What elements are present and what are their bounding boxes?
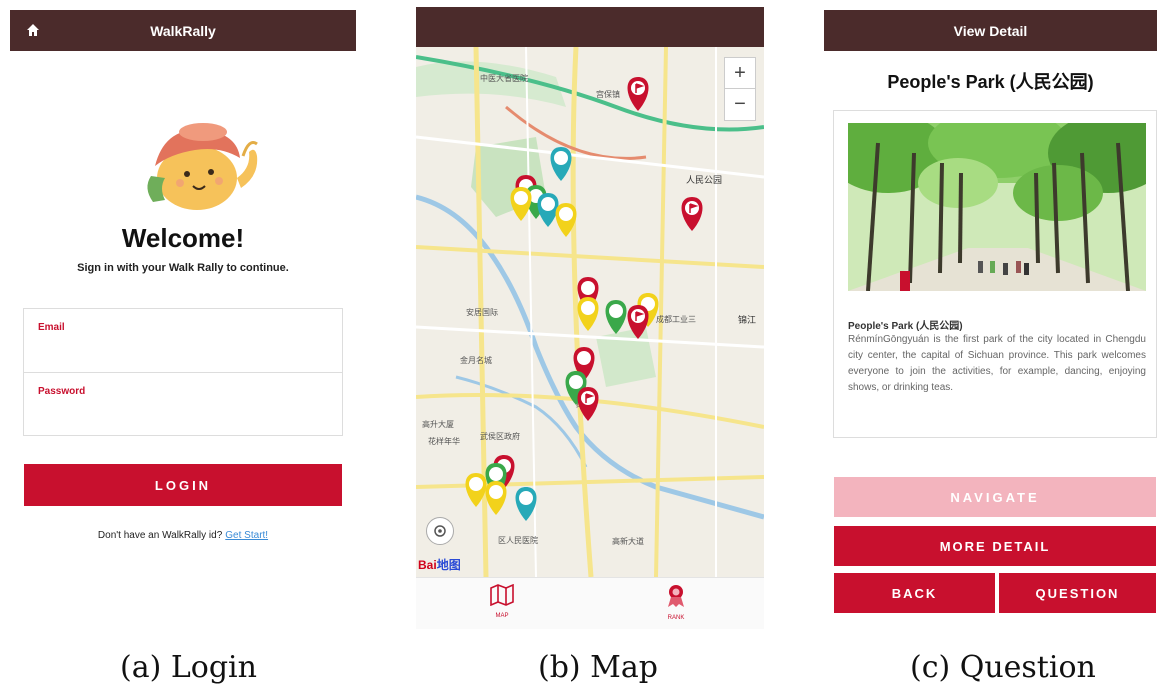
tab-map[interactable]: MAP — [472, 583, 532, 619]
detail-screen: View Detail People's Park (人民公园) People'… — [824, 10, 1157, 632]
map-label: 花样年华 — [428, 436, 460, 446]
app-title: WalkRally — [150, 22, 216, 39]
password-field[interactable] — [38, 403, 332, 429]
bottom-tab-bar: MAP RANK — [416, 577, 764, 629]
map-canvas[interactable]: 中医大省医院 宫保镇 人民公园 高升大厦 武侯区政府 成都工业三 锦江 花样年华… — [416, 47, 764, 577]
locate-button[interactable] — [426, 517, 454, 545]
caption-map: (b) Map — [538, 650, 658, 685]
park-photo — [848, 123, 1146, 291]
map-label: 高新大道 — [612, 536, 644, 546]
zoom-controls: + − — [724, 57, 756, 121]
map-label: 锦江 — [738, 314, 756, 325]
email-field[interactable] — [38, 339, 332, 365]
baidu-logo-text: Bai — [418, 558, 437, 572]
login-header: WalkRally — [10, 10, 356, 51]
tab-map-label: MAP — [495, 613, 509, 619]
map-label: 安居国际 — [466, 307, 498, 317]
login-form: Email Password — [23, 308, 343, 436]
park-area — [596, 327, 656, 387]
place-title: People's Park (人民公园) — [887, 72, 1094, 92]
map-label: 成都工业三 — [656, 314, 696, 324]
crosshair-icon — [434, 525, 446, 537]
place-card: People's Park (人民公园) RénmínGōngyuán is t… — [833, 110, 1157, 438]
map-label: 金月名城 — [460, 355, 492, 365]
map-label: 区人民医院 — [498, 535, 538, 545]
password-row: Password — [24, 372, 342, 436]
tab-rank-label: RANK — [667, 615, 685, 621]
map-screen: 中医大省医院 宫保镇 人民公园 高升大厦 武侯区政府 成都工业三 锦江 花样年华… — [416, 7, 764, 629]
login-button[interactable]: LOGIN — [24, 464, 342, 506]
map-header — [416, 7, 764, 47]
email-label: Email — [38, 322, 65, 333]
email-row: Email — [24, 309, 342, 372]
password-label: Password — [38, 386, 86, 397]
map-label: 武侯区政府 — [480, 431, 520, 441]
caption-question: (c) Question — [910, 650, 1096, 685]
zoom-out-button[interactable]: − — [725, 88, 755, 119]
tab-rank[interactable]: RANK — [646, 584, 706, 621]
description-title: People's Park (人民公园) — [848, 321, 963, 332]
signin-subtitle: Sign in with your Walk Rally to continue… — [77, 262, 289, 274]
baidu-logo-map-text: 地图 — [436, 558, 461, 572]
map-icon — [490, 583, 514, 607]
zoom-in-button[interactable]: + — [725, 58, 755, 88]
more-detail-button[interactable]: MORE DETAIL — [834, 526, 1156, 566]
get-start-link[interactable]: Get Start! — [225, 530, 268, 541]
question-button[interactable]: QUESTION — [999, 573, 1156, 613]
login-screen: WalkRally Welcome! Sign in with your Wal… — [10, 10, 356, 600]
signup-prompt: Don't have an WalkRally id? Get Start! — [10, 530, 356, 541]
map-label: 中医大省医院 — [480, 73, 528, 83]
place-description: RénmínGōngyuán is the first park of the … — [848, 334, 1146, 393]
caption-login: (a) Login — [120, 650, 257, 685]
navigate-button[interactable]: NAVIGATE — [834, 477, 1156, 517]
detail-header: View Detail — [824, 10, 1157, 51]
welcome-heading: Welcome! — [121, 223, 245, 253]
back-button[interactable]: BACK — [834, 573, 995, 613]
baidu-map-logo: Bai地图 — [418, 556, 461, 573]
home-icon[interactable] — [26, 23, 40, 37]
detail-header-title: View Detail — [953, 22, 1028, 39]
signup-text: Don't have an WalkRally id? — [97, 530, 223, 541]
map-label: 高升大厦 — [422, 419, 454, 429]
rank-medal-icon — [668, 585, 684, 607]
map-label: 宫保镇 — [596, 89, 620, 99]
map-label: 人民公园 — [686, 175, 722, 185]
mascot-illustration — [147, 123, 258, 210]
